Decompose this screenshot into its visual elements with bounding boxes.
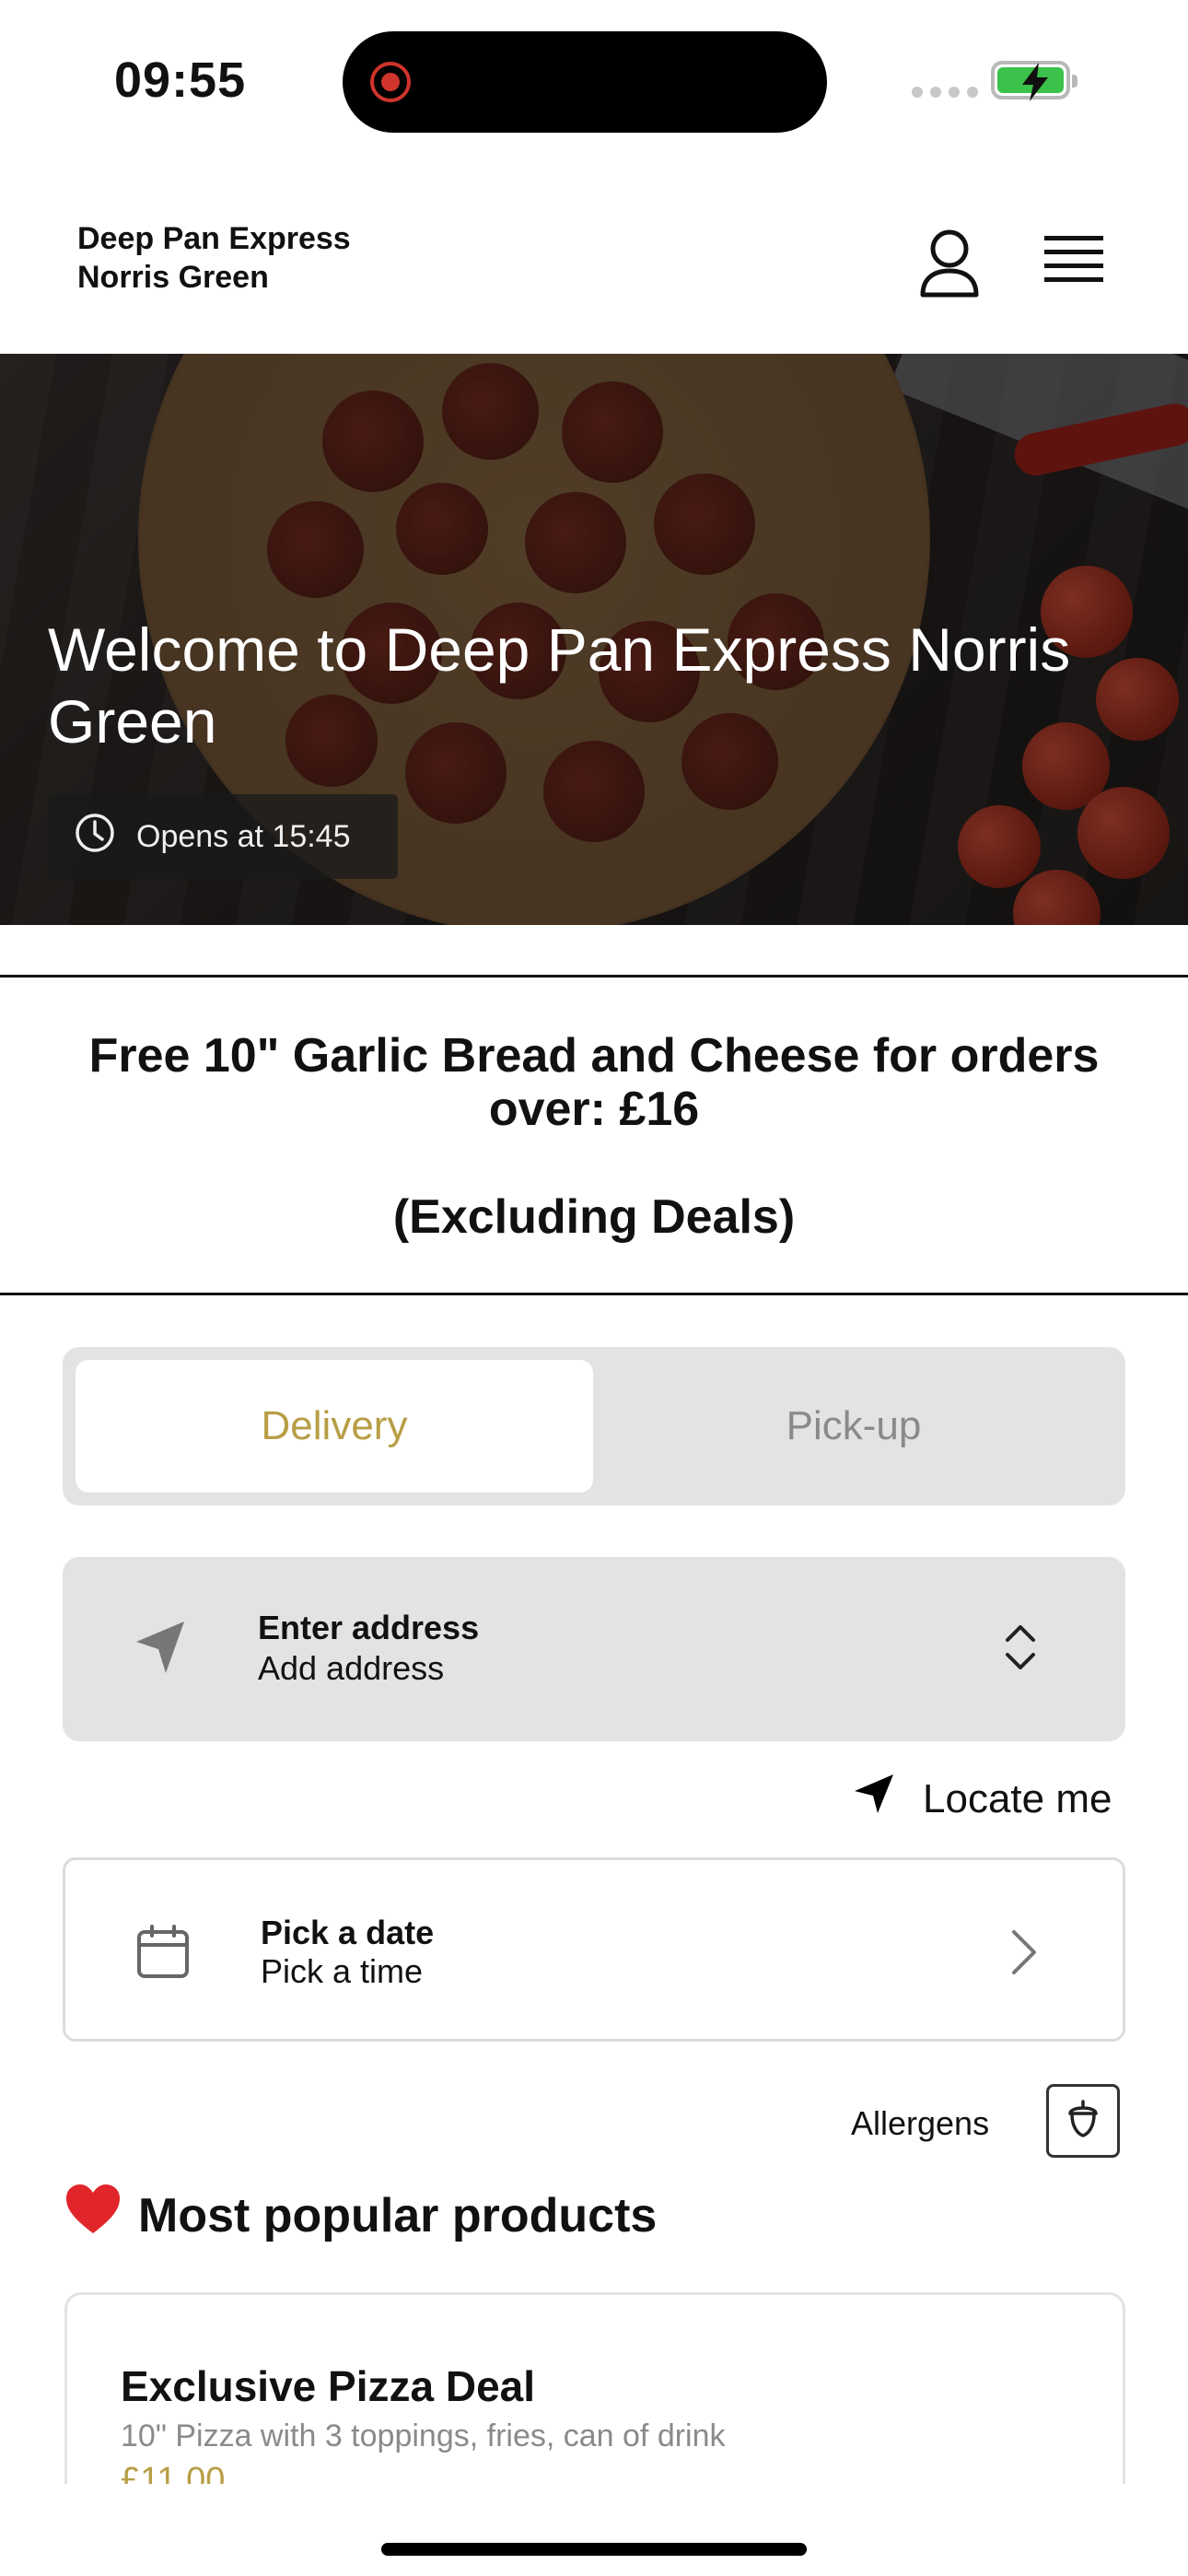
allergens-label: Allergens: [851, 2104, 990, 2142]
address-subtitle: Add address: [258, 1649, 445, 1687]
dynamic-island: [343, 31, 827, 133]
locate-me-label: Locate me: [923, 1775, 1112, 1821]
signal-icon: [912, 87, 978, 98]
recording-icon: [370, 62, 411, 102]
restaurant-name[interactable]: Deep Pan Express Norris Green: [77, 219, 351, 297]
address-title: Enter address: [258, 1609, 480, 1646]
allergens-button[interactable]: [1046, 2084, 1120, 2158]
menu-icon[interactable]: [1044, 232, 1103, 287]
chevron-right-icon: [1008, 1926, 1040, 1983]
brand-line-1: Deep Pan Express: [77, 221, 351, 256]
heart-icon: [64, 2184, 122, 2247]
time-subtitle: Pick a time: [261, 1952, 424, 1990]
acorn-icon: [1065, 2099, 1101, 2144]
delivery-tab[interactable]: Delivery: [76, 1360, 593, 1493]
product-name: Exclusive Pizza Deal: [121, 2362, 536, 2410]
promo-sub-text: (Excluding Deals): [392, 1190, 796, 1244]
address-selector[interactable]: Enter address Add address: [63, 1557, 1125, 1741]
promo-banner: Free 10" Garlic Bread and Cheese for ord…: [0, 975, 1188, 1295]
battery-icon: [991, 61, 1077, 101]
hero-title: Welcome to Deep Pan Express Norris Green: [48, 615, 1071, 755]
calendar-icon: [135, 1923, 191, 1985]
popular-products-heading: Most popular products: [64, 2184, 657, 2247]
status-time: 09:55: [114, 53, 247, 108]
chevron-up-down-icon: [1002, 1618, 1039, 1681]
order-mode-toggle: Delivery Pick-up: [63, 1347, 1125, 1505]
product-description: 10" Pizza with 3 toppings, fries, can of…: [121, 2418, 726, 2453]
user-icon[interactable]: [917, 227, 982, 300]
promo-main-text: Free 10" Garlic Bread and Cheese for ord…: [88, 1029, 1100, 1136]
locate-me-button[interactable]: Locate me: [853, 1773, 1112, 1825]
app-header: Deep Pan Express Norris Green: [0, 197, 1188, 354]
clock-icon: [74, 812, 116, 862]
home-indicator[interactable]: [381, 2543, 807, 2556]
locate-arrow-icon: [853, 1773, 895, 1825]
navigation-arrow-icon: [133, 1618, 188, 1681]
popular-heading-text: Most popular products: [138, 2188, 658, 2242]
pickup-tab[interactable]: Pick-up: [595, 1360, 1112, 1493]
status-bar: 09:55: [0, 0, 1188, 157]
date-time-picker[interactable]: Pick a date Pick a time: [63, 1857, 1125, 2042]
hero-banner: Welcome to Deep Pan Express Norris Green…: [0, 354, 1188, 925]
brand-line-2: Norris Green: [77, 260, 269, 295]
date-title: Pick a date: [261, 1914, 435, 1951]
bottom-safe-area: [0, 2484, 1188, 2576]
opening-time-badge: Opens at 15:45: [48, 794, 398, 879]
opening-time-text: Opens at 15:45: [136, 818, 351, 854]
